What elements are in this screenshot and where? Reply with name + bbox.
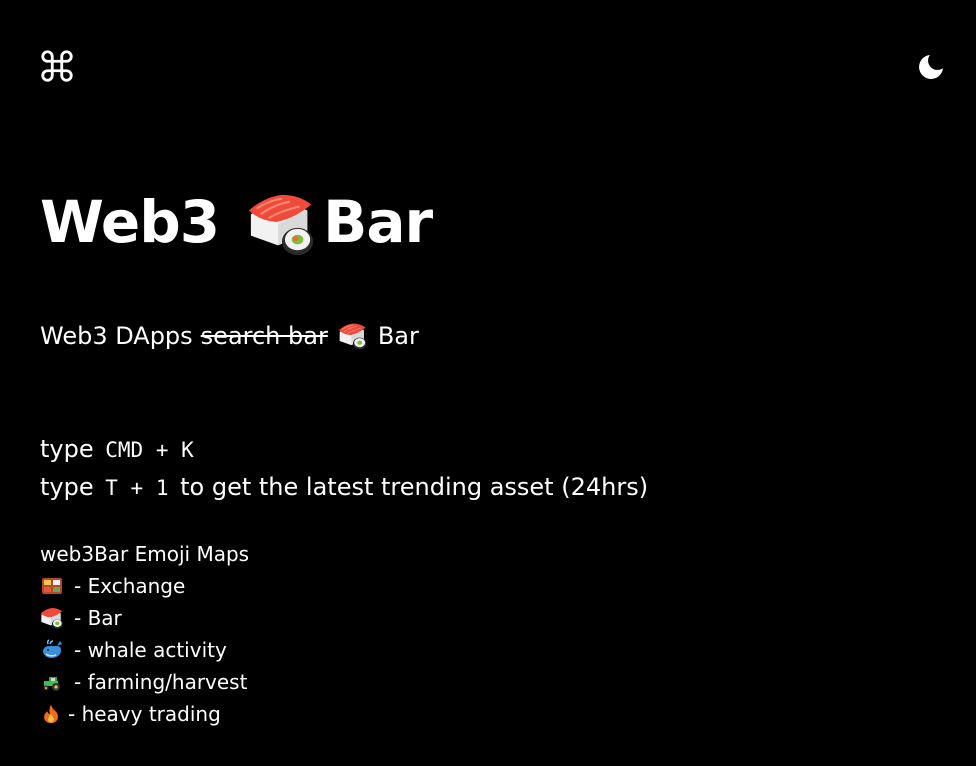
subtitle-suffix: Bar <box>377 322 419 350</box>
page: Web3 Bar Web3 DApps search bar Bar type … <box>0 0 976 766</box>
sushi-icon <box>249 194 314 256</box>
list-item: - heavy trading <box>40 698 249 730</box>
title-right: Bar <box>323 188 433 256</box>
shortcut-prefix: type <box>40 435 94 463</box>
subtitle-prefix: Web3 DApps <box>40 322 193 350</box>
shortcut-keys-cmd-k: CMD + K <box>105 438 194 462</box>
shortcut-prefix: type <box>40 473 94 501</box>
list-item: - Bar <box>40 602 249 634</box>
emoji-map-label: - whale activity <box>74 638 227 662</box>
shortcut-keys-t-1: T + 1 <box>105 476 169 500</box>
fire-icon <box>44 704 59 724</box>
shortcut-line-cmd-k: type CMD + K <box>40 431 198 468</box>
emoji-map-label: - heavy trading <box>68 702 221 726</box>
emoji-map-label: - Bar <box>74 606 122 630</box>
emoji-map-label: - farming/harvest <box>74 670 248 694</box>
whale-icon <box>43 639 62 658</box>
sushi-icon <box>338 323 367 350</box>
subtitle: Web3 DApps search bar Bar <box>40 318 419 354</box>
shortcut-line-t-1: type T + 1 to get the latest trending as… <box>40 469 648 506</box>
emoji-maps: web3Bar Emoji Maps - Exchange - Bar - wh… <box>40 538 249 730</box>
list-item: - Exchange <box>40 570 249 602</box>
tractor-icon <box>43 677 60 691</box>
list-item: - whale activity <box>40 634 249 666</box>
moon-icon[interactable] <box>915 51 947 83</box>
emoji-maps-heading: web3Bar Emoji Maps <box>40 542 250 566</box>
title-left: Web3 <box>40 188 220 256</box>
bento-box-icon <box>42 578 62 594</box>
shortcut-description: to get the latest trending asset (24hrs) <box>180 473 649 501</box>
list-item: - farming/harvest <box>40 666 249 698</box>
subtitle-struck-text: search bar <box>200 322 328 350</box>
sushi-icon <box>40 608 63 629</box>
emoji-map-label: - Exchange <box>74 574 186 598</box>
command-icon[interactable] <box>38 47 76 85</box>
page-title: Web3 Bar <box>40 180 433 264</box>
